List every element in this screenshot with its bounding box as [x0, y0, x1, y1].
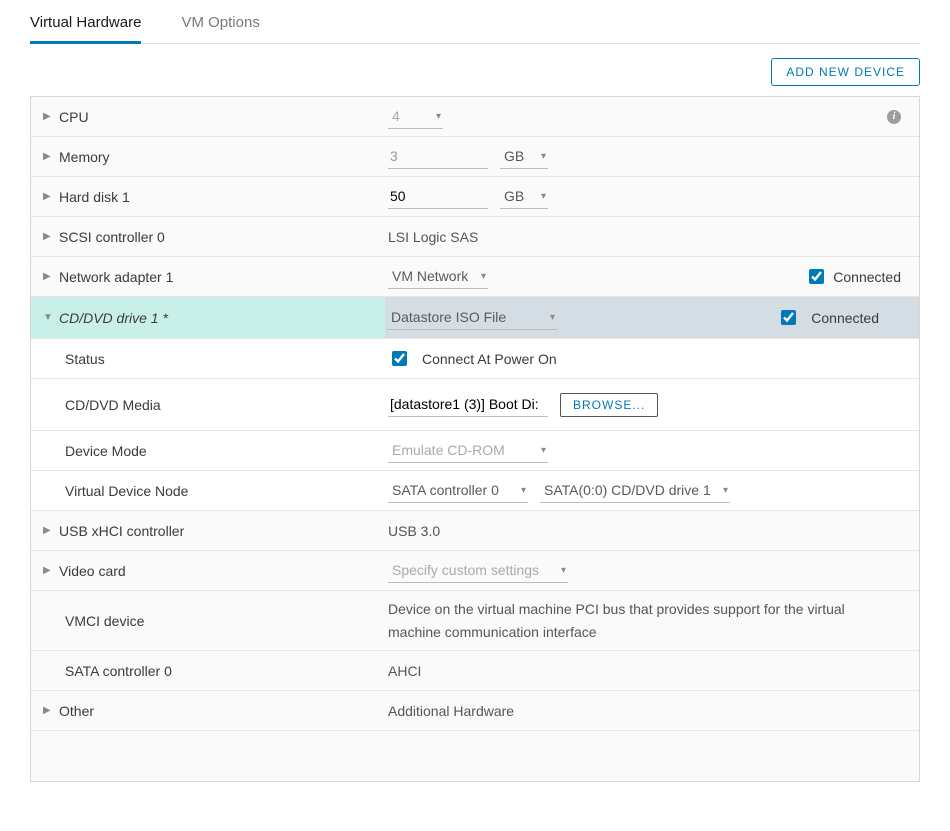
label-devmode: Device Mode [65, 443, 147, 459]
net1-value: VM Network [392, 268, 468, 284]
memory-input[interactable] [388, 144, 488, 169]
label-memory: Memory [59, 149, 110, 165]
cd1-connected-checkbox[interactable] [781, 310, 796, 325]
label-cpu: CPU [59, 109, 89, 125]
row-video: ▶ Video card Specify custom settings ▾ [31, 551, 919, 591]
net1-select[interactable]: VM Network ▾ [388, 264, 488, 289]
row-sata0: SATA controller 0 AHCI [31, 651, 919, 691]
tabs: Virtual Hardware VM Options [30, 0, 920, 44]
tab-virtual-hardware[interactable]: Virtual Hardware [30, 14, 141, 44]
chevron-right-icon[interactable]: ▶ [43, 565, 51, 576]
row-memory: ▶ Memory GB ▾ [31, 137, 919, 177]
label-hdd1: Hard disk 1 [59, 189, 130, 205]
chevron-right-icon[interactable]: ▶ [43, 705, 51, 716]
chevron-right-icon[interactable]: ▶ [43, 111, 51, 122]
chevron-down-icon: ▾ [541, 191, 546, 202]
connect-at-poweron-checkbox[interactable] [392, 351, 407, 366]
label-sata0: SATA controller 0 [65, 663, 172, 679]
chevron-down-icon: ▾ [550, 312, 555, 323]
chevron-down-icon: ▾ [541, 151, 546, 162]
label-vdn: Virtual Device Node [65, 483, 188, 499]
chevron-down-icon: ▾ [541, 445, 546, 456]
chevron-down-icon: ▾ [436, 111, 441, 122]
net1-connected-label: Connected [833, 269, 901, 285]
hdd1-unit: GB [504, 188, 524, 204]
sata0-value: AHCI [388, 663, 421, 679]
label-net1: Network adapter 1 [59, 269, 173, 285]
row-cpu: ▶ CPU 4 ▾ i [31, 97, 919, 137]
memory-unit: GB [504, 148, 524, 164]
row-vmci: VMCI device Device on the virtual machin… [31, 591, 919, 651]
chevron-right-icon[interactable]: ▶ [43, 271, 51, 282]
net1-connected-checkbox[interactable] [809, 269, 824, 284]
topbar: ADD NEW DEVICE [30, 44, 920, 96]
chevron-down-icon: ▾ [561, 565, 566, 576]
label-video: Video card [59, 563, 126, 579]
hardware-panel: ▶ CPU 4 ▾ i ▶ Memory GB ▾ ▶ Hard disk 1 [30, 96, 920, 782]
memory-unit-select[interactable]: GB ▾ [500, 144, 548, 169]
chevron-right-icon[interactable]: ▶ [43, 191, 51, 202]
row-media: CD/DVD Media BROWSE... [31, 379, 919, 431]
cpu-value: 4 [392, 108, 400, 124]
add-new-device-button[interactable]: ADD NEW DEVICE [771, 58, 920, 86]
video-select[interactable]: Specify custom settings ▾ [388, 558, 568, 583]
row-usb: ▶ USB xHCI controller USB 3.0 [31, 511, 919, 551]
hdd1-input[interactable] [388, 184, 488, 209]
row-status: Status Connect At Power On [31, 339, 919, 379]
vdn-ctrl: SATA controller 0 [392, 482, 499, 498]
row-net1: ▶ Network adapter 1 VM Network ▾ Connect… [31, 257, 919, 297]
status-value: Connect At Power On [422, 351, 557, 367]
chevron-down-icon: ▾ [481, 271, 486, 282]
tab-vm-options[interactable]: VM Options [181, 14, 259, 43]
row-hdd1: ▶ Hard disk 1 GB ▾ [31, 177, 919, 217]
label-cd1: CD/DVD drive 1 * [59, 310, 168, 326]
vdn-node-select[interactable]: SATA(0:0) CD/DVD drive 1 ▾ [540, 478, 730, 503]
chevron-down-icon: ▾ [723, 485, 728, 496]
vdn-node: SATA(0:0) CD/DVD drive 1 [544, 482, 711, 498]
label-vmci: VMCI device [65, 613, 144, 629]
label-scsi0: SCSI controller 0 [59, 229, 165, 245]
usb-value: USB 3.0 [388, 523, 440, 539]
label-status: Status [65, 351, 105, 367]
browse-button[interactable]: BROWSE... [560, 393, 658, 417]
cd1-connected-label: Connected [811, 310, 901, 326]
cd1-type-value: Datastore ISO File [391, 309, 506, 325]
chevron-down-icon[interactable]: ▼ [43, 312, 51, 323]
vmci-value: Device on the virtual machine PCI bus th… [388, 598, 901, 643]
row-other: ▶ Other Additional Hardware [31, 691, 919, 731]
row-footer [31, 731, 919, 781]
cpu-select[interactable]: 4 ▾ [388, 104, 443, 129]
chevron-right-icon[interactable]: ▶ [43, 151, 51, 162]
vdn-ctrl-select[interactable]: SATA controller 0 ▾ [388, 478, 528, 503]
devmode-select[interactable]: Emulate CD-ROM ▾ [388, 438, 548, 463]
label-usb: USB xHCI controller [59, 523, 184, 539]
chevron-right-icon[interactable]: ▶ [43, 231, 51, 242]
row-cd1: ▼ CD/DVD drive 1 * Datastore ISO File ▾ … [31, 297, 919, 339]
label-other: Other [59, 703, 94, 719]
chevron-right-icon[interactable]: ▶ [43, 525, 51, 536]
other-value: Additional Hardware [388, 703, 514, 719]
cd1-type-select[interactable]: Datastore ISO File ▾ [387, 305, 557, 330]
video-value: Specify custom settings [392, 562, 539, 578]
media-input[interactable] [388, 392, 548, 417]
info-icon[interactable]: i [887, 110, 901, 124]
scsi0-value: LSI Logic SAS [388, 229, 478, 245]
row-vdn: Virtual Device Node SATA controller 0 ▾ … [31, 471, 919, 511]
hdd1-unit-select[interactable]: GB ▾ [500, 184, 548, 209]
row-devmode: Device Mode Emulate CD-ROM ▾ [31, 431, 919, 471]
devmode-value: Emulate CD-ROM [392, 442, 505, 458]
row-scsi0: ▶ SCSI controller 0 LSI Logic SAS [31, 217, 919, 257]
chevron-down-icon: ▾ [521, 485, 526, 496]
label-media: CD/DVD Media [65, 397, 161, 413]
